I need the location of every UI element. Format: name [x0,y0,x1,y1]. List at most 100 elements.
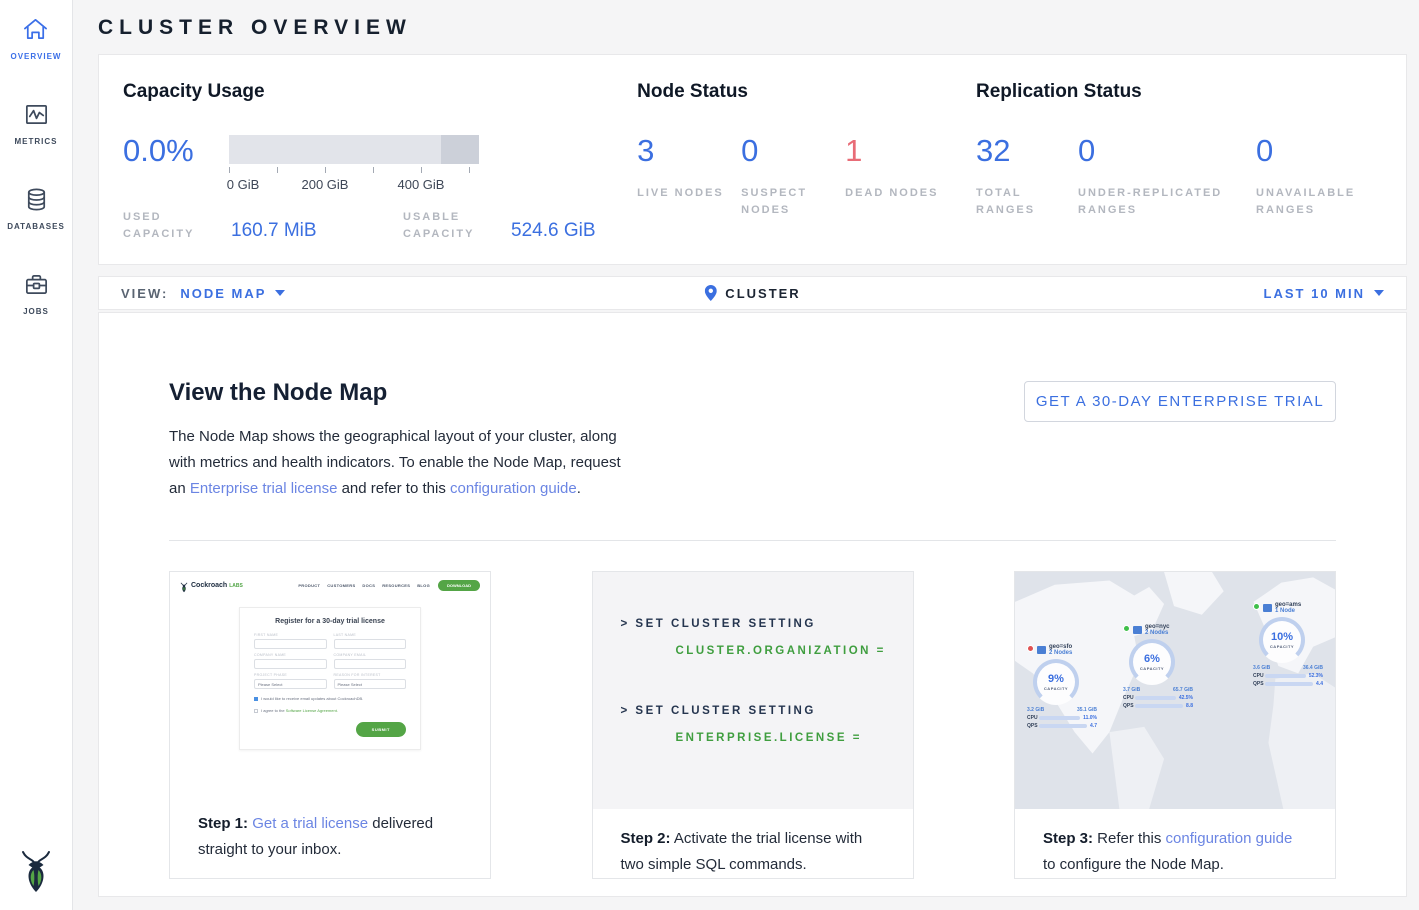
capacity-axis-ticks [229,167,479,175]
view-label: VIEW: [121,286,168,301]
metrics-chart-icon [23,101,50,128]
capacity-bar: 0 GiB 200 GiB 400 GiB [229,133,479,195]
sidebar-item-overview[interactable]: OVERVIEW [11,16,62,61]
mini-field-label: LAST NAME [334,633,407,637]
configuration-guide-link[interactable]: configuration guide [1166,830,1293,847]
used-capacity-label: USED CAPACITY [123,209,231,243]
unavailable-ranges-label: UNAVAILABLE RANGES [1256,185,1406,219]
total-gib: 65.7 GiB [1173,687,1193,693]
view-selector-dropdown[interactable]: NODE MAP [180,286,285,301]
enterprise-trial-license-link[interactable]: Enterprise trial license [190,480,338,497]
map-pin-icon [704,285,716,301]
sidebar-item-metrics[interactable]: METRICS [15,101,58,146]
time-range-dropdown[interactable]: LAST 10 MIN [1264,286,1384,301]
status-dot-green-icon [1123,625,1130,632]
qps-meter [1265,682,1313,686]
mini-nav-item: CUSTOMERS [327,583,355,588]
qps-value: 4.4 [1316,681,1323,687]
replication-status-title: Replication Status [976,81,1406,103]
status-dot-red-icon [1027,645,1034,652]
total-gib: 36.4 GiB [1303,665,1323,671]
usable-capacity-value: 524.6 GiB [511,220,596,243]
mini-nav-item: PRODUCT [298,583,320,588]
view-selector-value: NODE MAP [180,286,266,301]
capacity-usage-section: Capacity Usage 0.0% 0 GiB 200 GiB 400 Gi… [123,81,637,264]
mini-brand-name: Cockroach [191,582,227,589]
database-icon [23,186,50,213]
home-icon [22,16,49,43]
cpu-meter [1039,716,1080,720]
qps-label: QPS [1253,681,1265,687]
under-replicated-ranges-label: UNDER-REPLICATED RANGES [1078,185,1256,219]
sql-setting-line: CLUSTER.ORGANIZATION = [676,645,913,657]
capacity-donut: 9% CAPACITY [1033,659,1079,705]
capacity-percent: 10% [1271,631,1293,643]
mini-nav-item: BLOG [417,583,430,588]
sidebar-item-jobs[interactable]: JOBS [23,271,50,316]
cpu-value: 52.3% [1309,673,1323,679]
step2-card: > SET CLUSTER SETTING CLUSTER.ORGANIZATI… [592,571,914,879]
sidebar-item-label: METRICS [15,137,58,146]
step3-text: to configure the Node Map. [1043,856,1224,873]
locality-ams: geo=ams 1 Node 10% CAPACITY 3.6 GiB 36.4… [1253,602,1323,687]
replication-status-section: Replication Status 32 TOTAL RANGES 0 UND… [976,81,1406,264]
qps-label: QPS [1027,723,1039,729]
mini-select: Please Select [254,679,327,689]
mini-nav-item: DOCS [362,583,375,588]
mini-download-button: DOWNLOAD [438,580,480,591]
step1-caption: Step 1: Get a trial license delivered st… [170,794,490,863]
sql-setting-line: ENTERPRISE.LICENSE = [676,732,913,744]
breadcrumb: CLUSTER [704,285,800,301]
capacity-donut: 6% CAPACITY [1129,639,1175,685]
step2-caption: Step 2: Activate the trial license with … [593,809,913,878]
capacity-percent: 6% [1144,653,1160,665]
step1-register-screenshot: Cockroach LABS PRODUCT CUSTOMERS DOCS RE… [170,572,490,794]
description-text: . [577,480,581,497]
total-ranges-stat: 32 TOTAL RANGES [976,133,1078,219]
node-status-title: Node Status [637,81,976,103]
step3-caption: Step 3: Refer this configuration guide t… [1015,809,1335,878]
mini-submit-button: SUBMIT [356,722,406,737]
cpu-label: CPU [1027,715,1039,721]
step3-node-map-illustration: geo=sfo 2 Nodes 9% CAPACITY 3.2 GiB 35.1… [1015,572,1335,809]
cpu-meter [1135,696,1176,700]
dead-nodes-label: DEAD NODES [845,185,949,202]
sidebar-item-databases[interactable]: DATABASES [7,186,65,231]
mini-input [254,639,327,649]
mini-nav-item: RESOURCES [382,583,410,588]
live-nodes-stat: 3 LIVE NODES [637,133,741,219]
capacity-label: CAPACITY [1044,686,1068,691]
mini-input [334,639,407,649]
under-replicated-ranges-value: 0 [1078,133,1256,169]
mini-field-label: FIRST NAME [254,633,327,637]
used-gib: 3.7 GiB [1123,687,1140,693]
status-dot-green-icon [1253,603,1260,610]
cpu-value: 42.5% [1179,695,1193,701]
unavailable-ranges-stat: 0 UNAVAILABLE RANGES [1256,133,1406,219]
mini-input [334,659,407,669]
capacity-label: CAPACITY [1140,666,1164,671]
steps-row: Cockroach LABS PRODUCT CUSTOMERS DOCS RE… [169,571,1336,879]
node-cube-icon [1263,604,1272,612]
mini-field-label: PROJECT PHASE [254,673,327,677]
qps-meter [1135,704,1183,708]
breadcrumb-cluster[interactable]: CLUSTER [725,286,800,301]
mini-select: Please Select [334,679,407,689]
capacity-label: CAPACITY [1270,644,1294,649]
node-status-section: Node Status 3 LIVE NODES 0 SUSPECT NODES… [637,81,976,264]
suspect-nodes-label: SUSPECT NODES [741,185,845,219]
enterprise-trial-button[interactable]: GET A 30-DAY ENTERPRISE TRIAL [1024,381,1336,422]
capacity-percent: 9% [1048,673,1064,685]
briefcase-icon [23,271,50,298]
qps-value: 4.7 [1090,723,1097,729]
mini-nav: PRODUCT CUSTOMERS DOCS RESOURCES BLOG DO… [291,580,480,591]
unavailable-ranges-value: 0 [1256,133,1406,169]
configuration-guide-link[interactable]: configuration guide [450,480,577,497]
chevron-down-icon [1374,290,1384,296]
get-trial-license-link[interactable]: Get a trial license [252,815,368,832]
capacity-donut: 10% CAPACITY [1259,617,1305,663]
capacity-bar-used-other-segment [441,135,479,164]
dead-nodes-stat: 1 DEAD NODES [845,133,949,219]
capacity-tick-label: 0 GiB [227,177,260,192]
capacity-tick-label: 400 GiB [398,177,445,192]
